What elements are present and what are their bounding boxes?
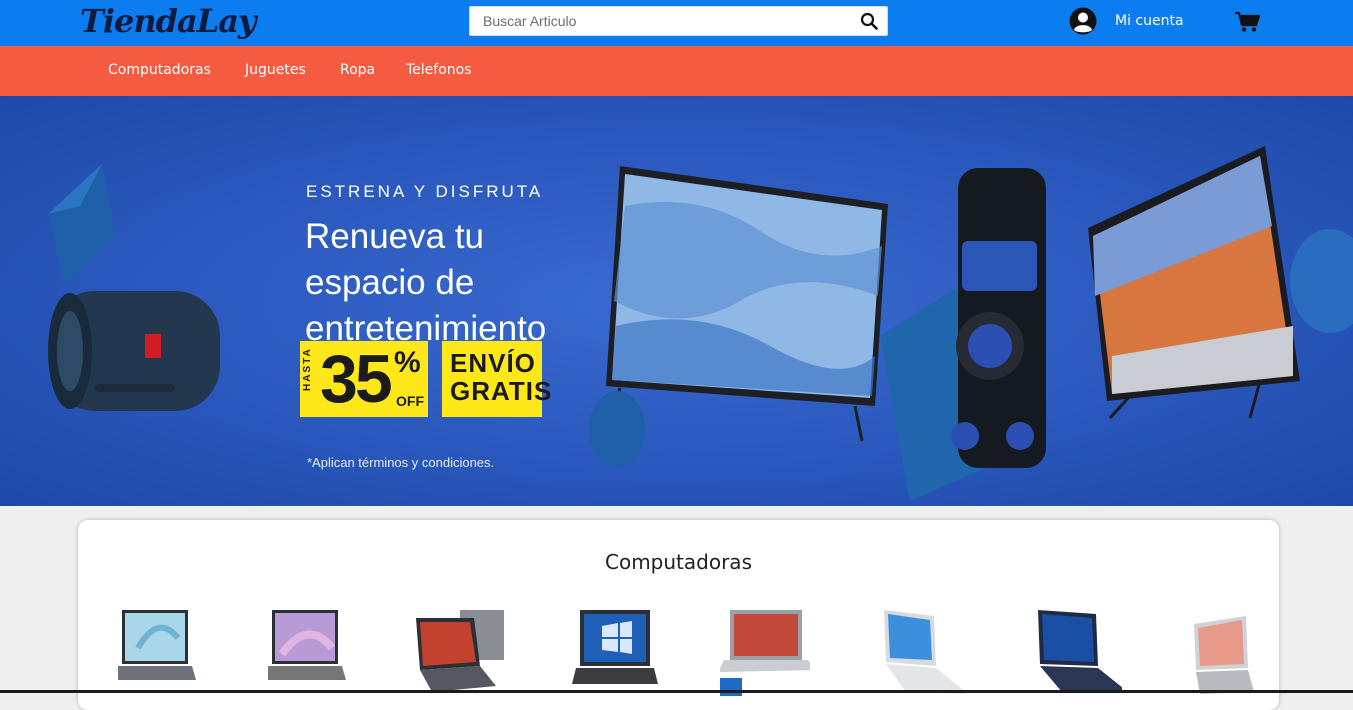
store-logo[interactable]: TiendaLay xyxy=(80,0,257,44)
television-image xyxy=(606,166,888,442)
top-header: TiendaLay Mi cuenta xyxy=(0,0,1353,46)
banner-kicker: ESTRENA Y DISFRUTA xyxy=(306,182,544,201)
banner-artwork xyxy=(48,146,1353,501)
category-nav: Computadoras Juguetes Ropa Telefonos xyxy=(0,46,1353,96)
user-avatar-icon xyxy=(1069,7,1097,35)
product-laptop-4[interactable] xyxy=(570,608,660,698)
banner-terms: *Aplican términos y condiciones. xyxy=(307,455,495,470)
product-laptop-8[interactable] xyxy=(1190,608,1279,698)
product-laptop-1[interactable] xyxy=(118,608,208,698)
category-computadoras[interactable]: Computadoras xyxy=(108,62,211,78)
search-box xyxy=(469,6,888,36)
party-speaker-image xyxy=(951,168,1046,468)
promo-banner[interactable]: ESTRENA Y DISFRUTA Renueva tu espacio de… xyxy=(0,96,1353,506)
section-title: Computadoras xyxy=(605,550,752,574)
search-icon[interactable] xyxy=(860,12,878,30)
category-juguetes[interactable]: Juguetes xyxy=(245,62,306,78)
speaker-image xyxy=(48,291,220,411)
discount-percent-symbol: % xyxy=(394,346,421,379)
product-laptop-5[interactable] xyxy=(720,608,810,698)
free-shipping-label: ENVÍO GRATIS xyxy=(450,348,553,406)
discount-value: 35 xyxy=(320,341,393,417)
product-laptop-7[interactable] xyxy=(1032,608,1122,698)
product-laptop-6[interactable] xyxy=(876,608,966,698)
free-shipping-badge: ENVÍO GRATIS xyxy=(442,341,551,417)
search-input[interactable] xyxy=(470,7,850,35)
shopping-cart-icon[interactable] xyxy=(1234,11,1260,33)
banner-headline: Renueva tu espacio de entretenimiento xyxy=(305,217,547,348)
category-ropa[interactable]: Ropa xyxy=(340,62,375,78)
category-telefonos[interactable]: Telefonos xyxy=(406,62,472,78)
account-label[interactable]: Mi cuenta xyxy=(1115,13,1184,29)
account-menu[interactable]: Mi cuenta xyxy=(1069,6,1184,36)
product-laptop-3[interactable] xyxy=(414,608,504,698)
television-right-image xyxy=(1088,146,1300,420)
product-laptop-2[interactable] xyxy=(268,608,358,698)
discount-prefix: HASTA xyxy=(302,347,313,391)
discount-off-label: OFF xyxy=(396,393,424,409)
discount-badge: HASTA 35 % OFF xyxy=(300,341,428,417)
products-section: Computadoras xyxy=(78,520,1279,710)
